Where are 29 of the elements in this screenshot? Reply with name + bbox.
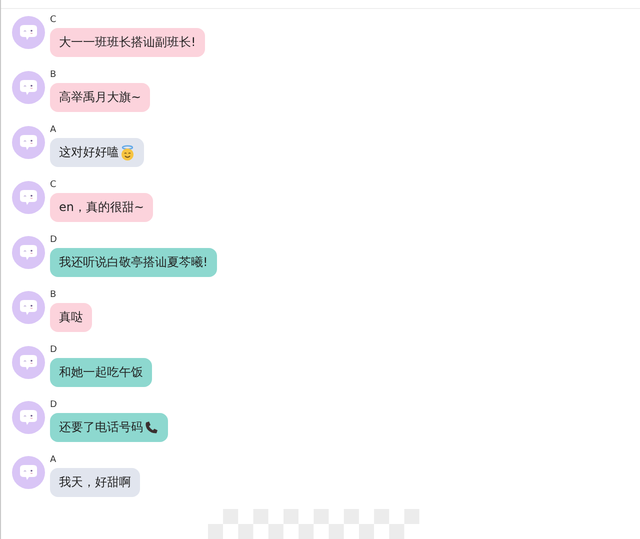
avatar-icon	[12, 291, 45, 324]
avatar-icon	[12, 346, 45, 379]
avatar-icon	[12, 456, 45, 489]
avatar-icon	[12, 71, 45, 104]
avatar-icon	[12, 16, 45, 49]
message-text: 高举禹月大旗~	[59, 89, 142, 106]
sender-name: D	[50, 235, 57, 246]
sender-name: A	[50, 125, 56, 136]
message-text: 大一一班班长搭讪副班长!	[59, 34, 196, 51]
halo-face-icon	[120, 144, 135, 160]
sender-name: B	[50, 70, 56, 81]
avatar-icon	[12, 126, 45, 159]
message-text: 我天，好甜啊	[59, 474, 131, 491]
phone-icon	[144, 420, 159, 435]
sender-name: D	[50, 345, 57, 356]
sender-name: B	[50, 290, 56, 301]
sender-name: C	[50, 180, 56, 191]
sender-name: D	[50, 400, 57, 411]
message-text: 我还听说白敬亭搭讪夏芩曦!	[59, 254, 208, 271]
message-text: 还要了电话号码	[59, 419, 143, 436]
avatar-icon	[12, 401, 45, 434]
message-text: 这对好好嗑	[59, 144, 119, 161]
message-text: 真哒	[59, 309, 83, 326]
sender-name: C	[50, 15, 56, 26]
message-text: en，真的很甜~	[59, 199, 144, 216]
sender-name: A	[50, 455, 56, 466]
message-text: 和她一起吃午饭	[59, 364, 143, 381]
avatar-icon	[12, 236, 45, 269]
avatar-icon	[12, 181, 45, 214]
